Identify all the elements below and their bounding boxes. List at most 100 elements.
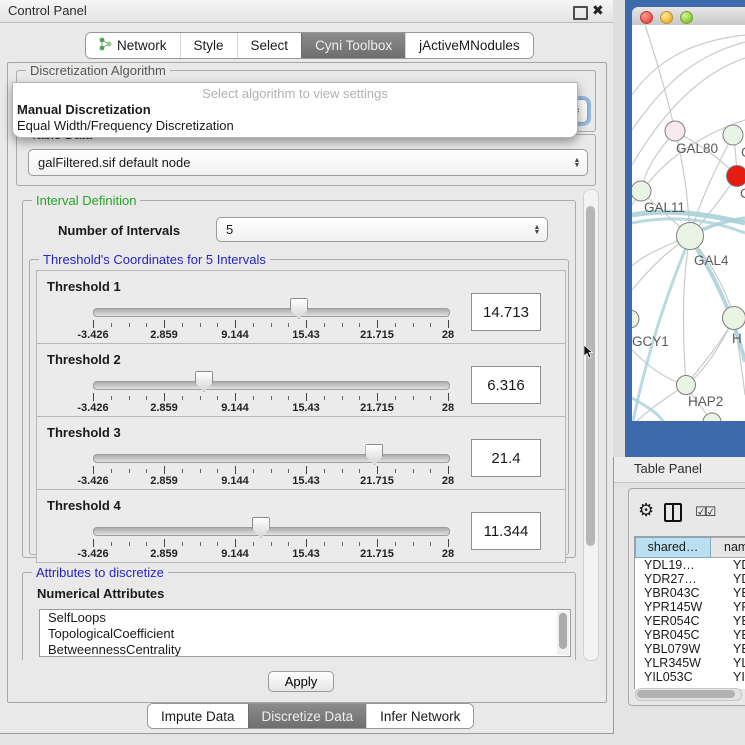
slider-tick-marks <box>93 393 448 401</box>
label-hap2: HAP2 <box>688 394 723 409</box>
threshold-4-slider-thumb[interactable] <box>252 517 270 538</box>
tab-network[interactable]: Network <box>86 33 180 58</box>
settings-scrollbar-thumb[interactable] <box>586 206 595 546</box>
tab-infer-network[interactable]: Infer Network <box>366 704 473 728</box>
interval-definition-title: Interval Definition <box>32 193 140 208</box>
node-gal11[interactable] <box>632 181 651 201</box>
settings-scrollbar[interactable] <box>583 189 599 661</box>
numerical-attributes-list[interactable]: SelfLoopsTopologicalCoefficientBetweenne… <box>39 609 571 657</box>
threshold-3-slider-thumb[interactable] <box>365 444 383 465</box>
gear-icon[interactable]: ⚙ <box>638 500 654 521</box>
tab-infer-network-label: Infer Network <box>380 709 460 724</box>
threshold-2-slider-thumb[interactable] <box>195 371 213 392</box>
table-row[interactable]: YBL079WYBL079W <box>635 642 745 656</box>
node-red-selected[interactable] <box>727 166 745 187</box>
tab-select[interactable]: Select <box>237 33 302 58</box>
tab-impute-data[interactable]: Impute Data <box>148 704 248 728</box>
tab-style-label: Style <box>194 38 224 53</box>
checkbox-column-icons[interactable]: ☑☑ <box>695 504 714 520</box>
minimize-traffic-light-icon[interactable] <box>660 11 673 24</box>
column-header-name[interactable]: name <box>711 537 745 558</box>
threshold-4-panel: Threshold 4 -3.4262.8599.14415.4321.7152… <box>36 489 566 563</box>
table-panel-title: Table Panel <box>634 461 702 476</box>
stepper-arrows-icon[interactable]: ▲▼ <box>527 218 547 241</box>
threshold-1-slider-thumb[interactable] <box>290 298 308 319</box>
table-rows: YDL19…YDL19…YDR27…YDR27…YBR043CYBR043CYP… <box>635 558 745 687</box>
table-row[interactable]: YER054CYER054C <box>635 614 745 628</box>
attributes-list-scrollbar[interactable] <box>557 611 569 655</box>
label-gal80: GAL80 <box>676 141 718 156</box>
settings-scroll-viewport: Interval Definition Number of Intervals … <box>14 188 584 660</box>
zoom-traffic-light-icon[interactable] <box>680 11 693 24</box>
network-window-titlebar[interactable] <box>632 7 745 26</box>
node-right-mid[interactable] <box>723 307 745 330</box>
close-traffic-light-icon[interactable] <box>640 11 653 24</box>
threshold-4-value-field[interactable]: 11.344 <box>471 512 541 550</box>
discretization-algorithm-title: Discretization Algorithm <box>26 63 170 78</box>
label-gal4: GAL4 <box>694 253 729 268</box>
attribute-list-item[interactable]: BetweennessCentrality <box>40 642 570 657</box>
numerical-attributes-label: Numerical Attributes <box>37 586 164 601</box>
table-horizontal-scrollbar[interactable] <box>635 688 742 701</box>
number-of-intervals-value: 5 <box>217 222 527 237</box>
node-hap2[interactable] <box>677 376 696 395</box>
node-left-edge[interactable] <box>632 310 639 328</box>
node-gal80[interactable] <box>665 121 685 141</box>
tab-select-label: Select <box>251 38 289 53</box>
split-columns-icon[interactable] <box>664 503 682 522</box>
tab-discretize-data-label: Discretize Data <box>262 709 354 724</box>
table-header-row: shared… name <box>635 537 745 558</box>
control-panel-title: Control Panel <box>8 3 87 18</box>
tab-jactivemnodules-label: jActiveMNodules <box>419 38 520 53</box>
threshold-4-label: Threshold 4 <box>47 498 121 513</box>
control-panel-tabbar: Network Style Select Cyni Toolbox jActiv… <box>85 32 534 59</box>
algorithm-dropdown-popup: Select algorithm to view settings Manual… <box>12 82 578 138</box>
apply-button[interactable]: Apply <box>268 671 334 692</box>
number-of-intervals-combobox[interactable]: 5 ▲▼ <box>216 217 548 242</box>
table-row[interactable]: YBR045CYBR045C <box>635 628 745 642</box>
table-data-combobox[interactable]: galFiltered.sif default node ▲▼ <box>28 149 588 176</box>
node-bottom-edge[interactable] <box>703 413 721 421</box>
table-row[interactable]: YBR043CYBR043C <box>635 586 745 600</box>
thresholds-group: Threshold's Coordinates for 5 Intervals … <box>29 259 569 555</box>
threshold-2-value-field[interactable]: 6.316 <box>471 366 541 404</box>
tab-jactivemnodules[interactable]: jActiveMNodules <box>405 33 533 58</box>
threshold-1-value-field[interactable]: 14.713 <box>471 293 541 331</box>
node-gal4[interactable] <box>677 223 704 250</box>
popup-item-manual-discretization[interactable]: Manual Discretization <box>17 102 151 117</box>
label-gal11: GAL11 <box>644 200 685 215</box>
attribute-list-item[interactable]: TopologicalCoefficient <box>40 626 570 642</box>
thresholds-group-title: Threshold's Coordinates for 5 Intervals <box>39 252 270 267</box>
slider-axis-labels: -3.4262.8599.14415.4321.71528 <box>93 329 448 341</box>
close-icon[interactable]: ✖ <box>592 2 604 19</box>
table-panel-titlebar: Table Panel <box>614 457 745 483</box>
popup-item-equal-width-frequency[interactable]: Equal Width/Frequency Discretization <box>17 118 234 133</box>
table-row[interactable]: YDL19…YDL19… <box>635 558 745 572</box>
table-row[interactable]: YDR27…YDR27… <box>635 572 745 586</box>
tab-cyni-toolbox[interactable]: Cyni Toolbox <box>301 33 405 58</box>
float-window-icon[interactable] <box>573 6 588 20</box>
table-row[interactable]: YLR345WYLR345W <box>635 656 745 670</box>
slider-axis-labels: -3.4262.8599.14415.4321.71528 <box>93 402 448 414</box>
stepper-arrows-icon[interactable]: ▲▼ <box>567 150 587 175</box>
number-of-intervals-label: Number of Intervals <box>58 223 180 238</box>
slider-axis-labels: -3.4262.8599.14415.4321.71528 <box>93 475 448 487</box>
threshold-1-label: Threshold 1 <box>47 279 121 294</box>
attributes-group-title: Attributes to discretize <box>32 565 168 580</box>
table-row[interactable]: YPR145WYPR145W <box>635 600 745 614</box>
control-panel-titlebar: Control Panel ✖ <box>0 0 613 23</box>
popup-item-placeholder[interactable]: Select algorithm to view settings <box>13 86 577 101</box>
network-view-canvas[interactable]: GAL80 GA C GAL11 GAL4 GCY1 H HAP2 <box>632 25 745 421</box>
screenshot-root: Control Panel ✖ Network <box>0 0 745 745</box>
column-header-shared-name[interactable]: shared… <box>635 537 711 558</box>
tab-style[interactable]: Style <box>180 33 237 58</box>
tab-discretize-data[interactable]: Discretize Data <box>248 704 367 728</box>
table-row[interactable]: YIL053CYIL053C <box>635 670 745 684</box>
tab-impute-data-label: Impute Data <box>161 709 235 724</box>
node-top-right[interactable] <box>723 125 743 145</box>
attribute-list-item[interactable]: SelfLoops <box>40 610 570 626</box>
node-attribute-table[interactable]: shared… name YDL19…YDL19…YDR27…YDR27…YBR… <box>634 536 745 689</box>
threshold-3-value-field[interactable]: 21.4 <box>471 439 541 477</box>
table-data-combobox-value: galFiltered.sif default node <box>29 155 567 170</box>
threshold-3-panel: Threshold 3 -3.4262.8599.14415.4321.7152… <box>36 416 566 490</box>
